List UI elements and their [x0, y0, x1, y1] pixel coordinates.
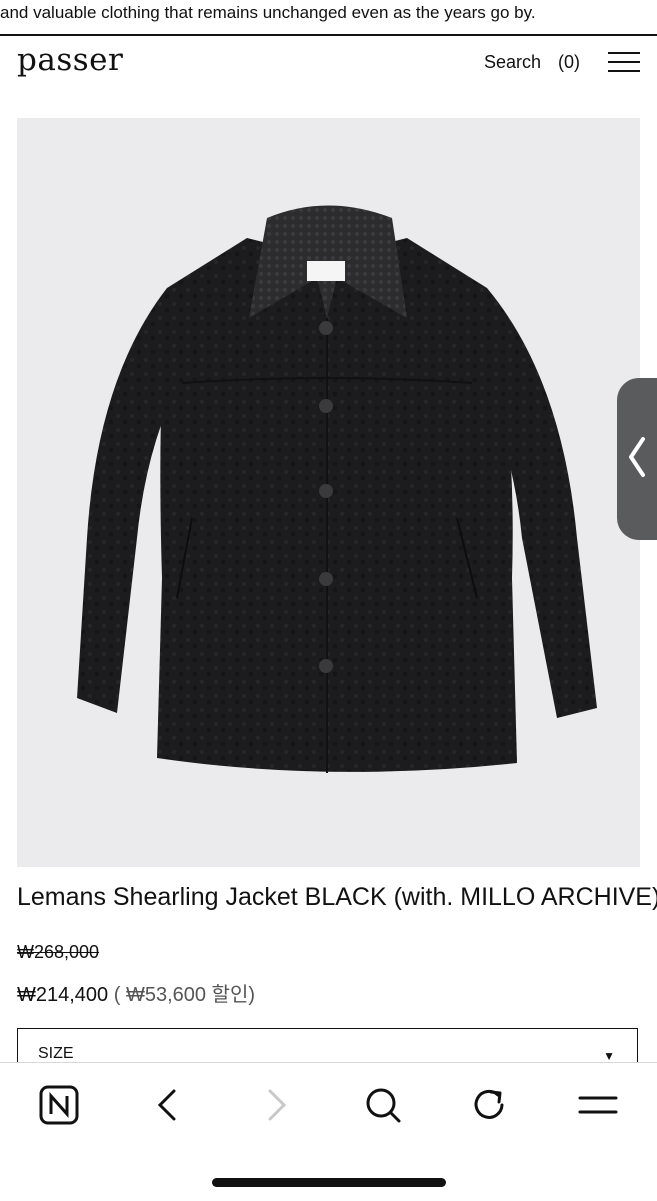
cart-count[interactable]: (0): [558, 52, 580, 73]
search-link[interactable]: Search: [484, 52, 541, 73]
product-image[interactable]: [17, 118, 640, 867]
reload-icon[interactable]: [468, 1083, 512, 1127]
announcement-marquee: and valuable clothing that remains uncha…: [0, 3, 536, 22]
site-header: passer Search (0): [0, 36, 657, 96]
back-icon[interactable]: [146, 1083, 190, 1127]
size-select-label: SIZE: [38, 1045, 74, 1062]
home-indicator[interactable]: [212, 1178, 446, 1187]
side-drawer-tab[interactable]: [617, 378, 657, 540]
original-price: ₩268,000: [17, 942, 100, 962]
dropdown-arrow-icon: ▼: [603, 1049, 615, 1063]
sale-price-row: ₩214,400 ( ₩53,600 할인): [17, 978, 255, 1007]
hamburger-menu-icon[interactable]: [608, 52, 640, 76]
jacket-illustration: [77, 205, 597, 773]
menu-icon[interactable]: [576, 1083, 620, 1127]
sale-price: ₩214,400: [17, 984, 109, 1006]
discount-amount: ( ₩53,600 할인): [113, 984, 256, 1006]
forward-icon[interactable]: [254, 1083, 298, 1127]
product-title: Lemans Shearling Jacket BLACK (with. MIL…: [17, 883, 657, 911]
chevron-left-icon: [629, 437, 645, 477]
search-icon[interactable]: [361, 1083, 405, 1127]
site-logo[interactable]: passer: [17, 42, 123, 78]
naver-home-icon[interactable]: [37, 1083, 81, 1127]
